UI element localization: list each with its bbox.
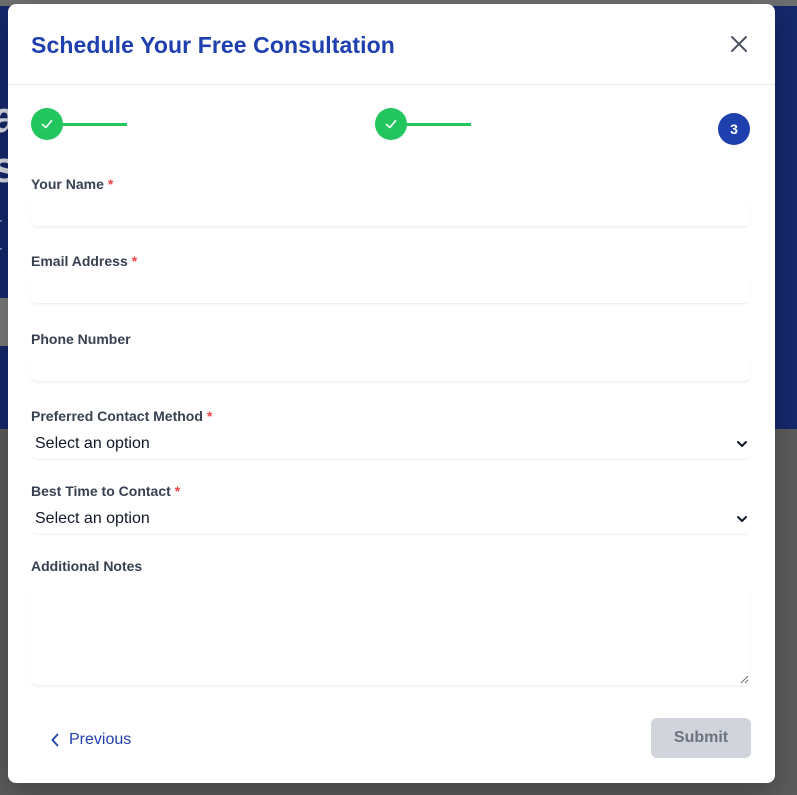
best-time-value: Select an option [35,510,150,527]
name-label-text: Your Name [31,176,104,192]
consultation-modal: Schedule Your Free Consultation 3 Your N… [8,4,775,783]
required-mark: * [206,408,213,424]
phone-input[interactable] [31,350,750,382]
notes-label-text: Additional Notes [31,558,143,574]
contact-method-label: Preferred Contact Method * [31,408,212,424]
modal-header: Schedule Your Free Consultation [8,4,775,85]
background-text-fragment: r [0,214,2,235]
step-2-completed [375,108,407,140]
submit-label: Submit [673,729,729,746]
step-connector [407,123,471,126]
background-button-fragment [0,298,8,346]
contact-method-value: Select an option [35,435,150,452]
step-3-current: 3 [718,113,750,145]
close-icon [731,36,747,52]
resize-handle-icon[interactable] [740,675,749,684]
chevron-left-icon [51,733,59,747]
phone-label: Phone Number [31,331,131,347]
background-text-fragment: r [0,242,2,263]
name-label: Your Name * [31,176,113,192]
email-label-text: Email Address [31,253,128,269]
best-time-label: Best Time to Contact * [31,483,180,499]
step-1-completed [31,108,63,140]
best-time-select[interactable]: Select an option [31,503,750,535]
step-number: 3 [730,121,738,137]
chevron-down-icon [737,516,747,522]
progress-steps: 3 [8,108,775,145]
contact-method-label-text: Preferred Contact Method [31,408,203,424]
required-mark: * [107,176,114,192]
previous-button[interactable]: Previous [51,728,131,752]
step-connector [63,123,127,126]
previous-label: Previous [69,731,132,748]
email-label: Email Address * [31,253,137,269]
phone-label-text: Phone Number [31,331,131,347]
notes-textarea[interactable] [31,584,750,686]
check-icon [41,120,53,129]
required-mark: * [174,483,181,499]
submit-button[interactable]: Submit [651,718,751,758]
email-input[interactable] [31,272,750,304]
name-input[interactable] [31,195,750,227]
check-icon [385,120,397,129]
close-button[interactable] [729,34,749,54]
contact-method-select[interactable]: Select an option [31,428,750,460]
chevron-down-icon [737,441,747,447]
best-time-label-text: Best Time to Contact [31,483,171,499]
modal-title: Schedule Your Free Consultation [31,32,395,58]
notes-label: Additional Notes [31,558,142,574]
required-mark: * [131,253,138,269]
